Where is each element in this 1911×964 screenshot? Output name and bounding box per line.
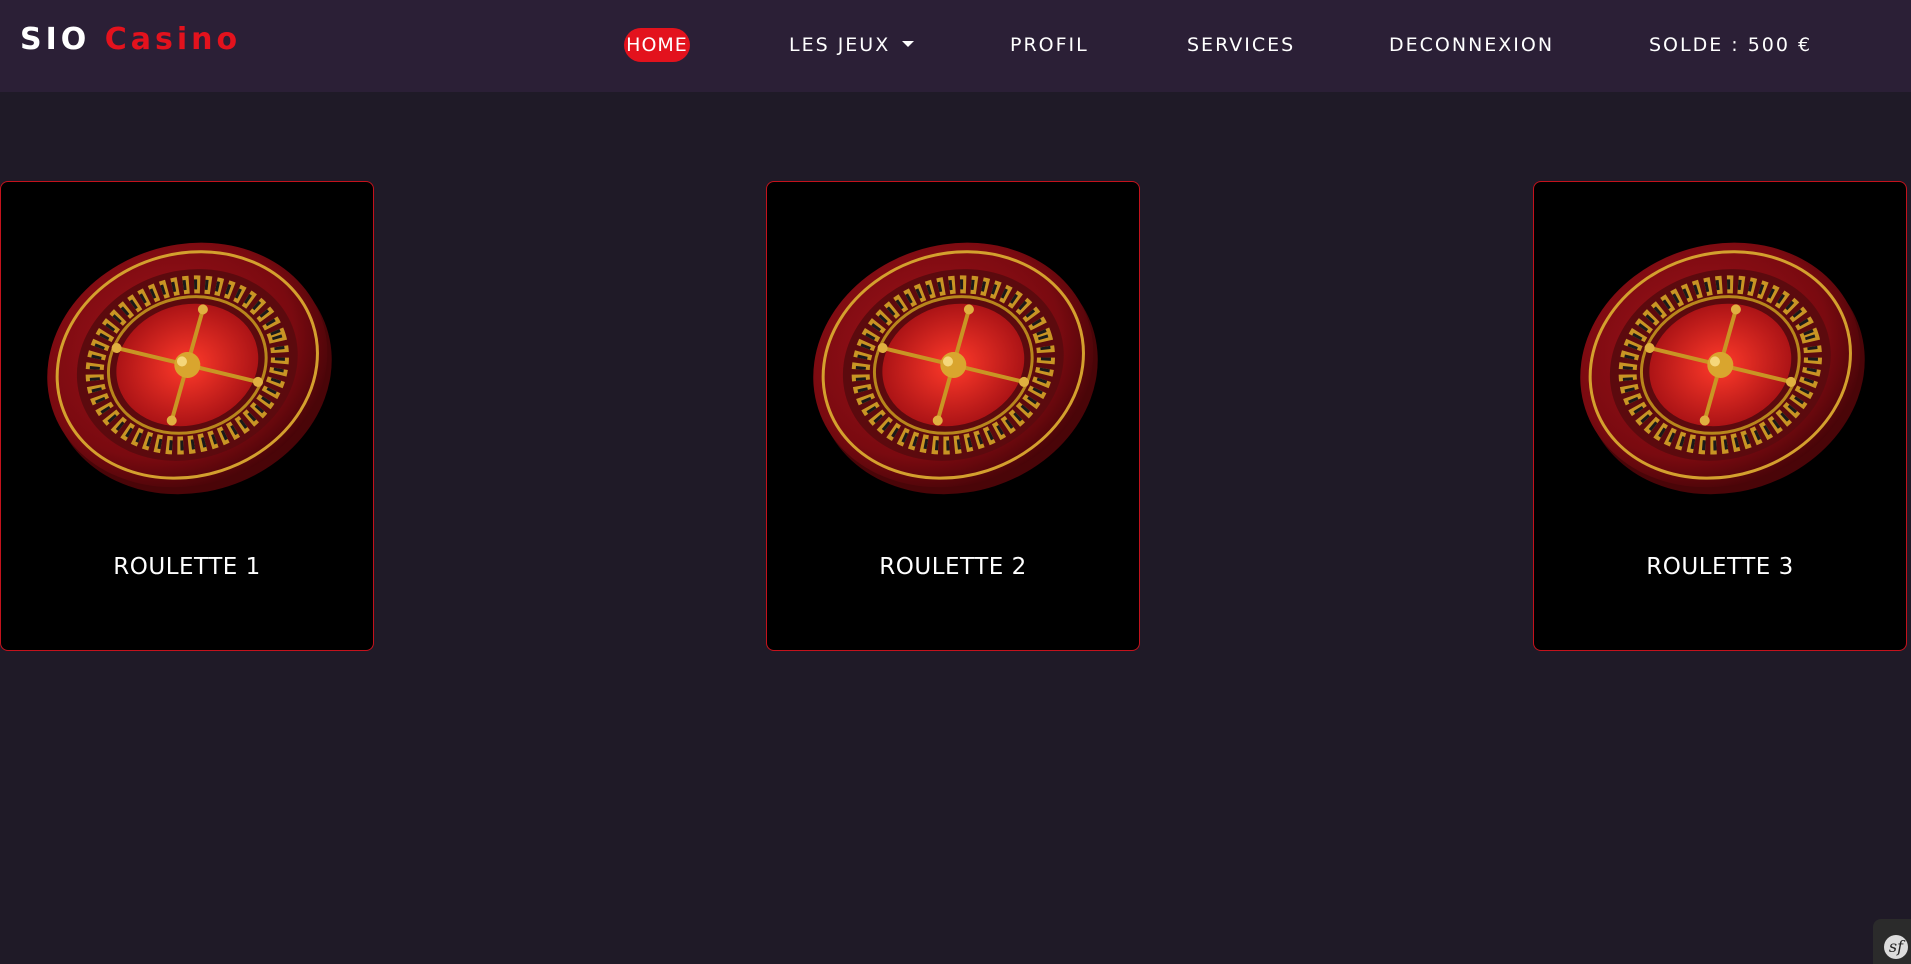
symfony-icon: sf (1884, 935, 1908, 959)
nav-profile-link[interactable]: PROFIL (1010, 28, 1089, 62)
nav-balance[interactable]: SOLDE : 500 € (1649, 28, 1812, 62)
roulette-wheel-icon (1570, 227, 1870, 502)
game-card-title: ROULETTE 2 (879, 554, 1027, 580)
top-navbar: SIO Casino HOME LES JEUX PROFIL SERVICES… (0, 0, 1911, 92)
brand-prefix: SIO (20, 22, 91, 57)
brand-logo[interactable]: SIO Casino (20, 22, 241, 57)
nav-profile-label: PROFIL (1010, 34, 1089, 56)
nav-services-label: SERVICES (1187, 34, 1296, 56)
nav-home-link[interactable]: HOME (624, 28, 690, 62)
game-card-roulette-2[interactable]: ROULETTE 2 (766, 181, 1140, 651)
balance-label: SOLDE : 500 € (1649, 34, 1813, 56)
debug-toolbar-toggle[interactable]: sf (1873, 919, 1911, 964)
nav-games-dropdown[interactable]: LES JEUX (789, 28, 915, 62)
game-card-title: ROULETTE 1 (113, 554, 261, 580)
nav-games-label: LES JEUX (789, 34, 891, 56)
roulette-wheel-icon (37, 227, 337, 502)
chevron-down-icon (902, 40, 915, 47)
nav-home-label: HOME (626, 34, 688, 56)
nav-logout-label: DECONNEXION (1389, 34, 1555, 56)
game-card-roulette-3[interactable]: ROULETTE 3 (1533, 181, 1907, 651)
nav-services-link[interactable]: SERVICES (1187, 28, 1295, 62)
roulette-wheel-icon (803, 227, 1103, 502)
game-card-title: ROULETTE 3 (1646, 554, 1794, 580)
game-card-roulette-1[interactable]: ROULETTE 1 (0, 181, 374, 651)
nav-logout-link[interactable]: DECONNEXION (1389, 28, 1554, 62)
brand-name: Casino (104, 22, 242, 57)
